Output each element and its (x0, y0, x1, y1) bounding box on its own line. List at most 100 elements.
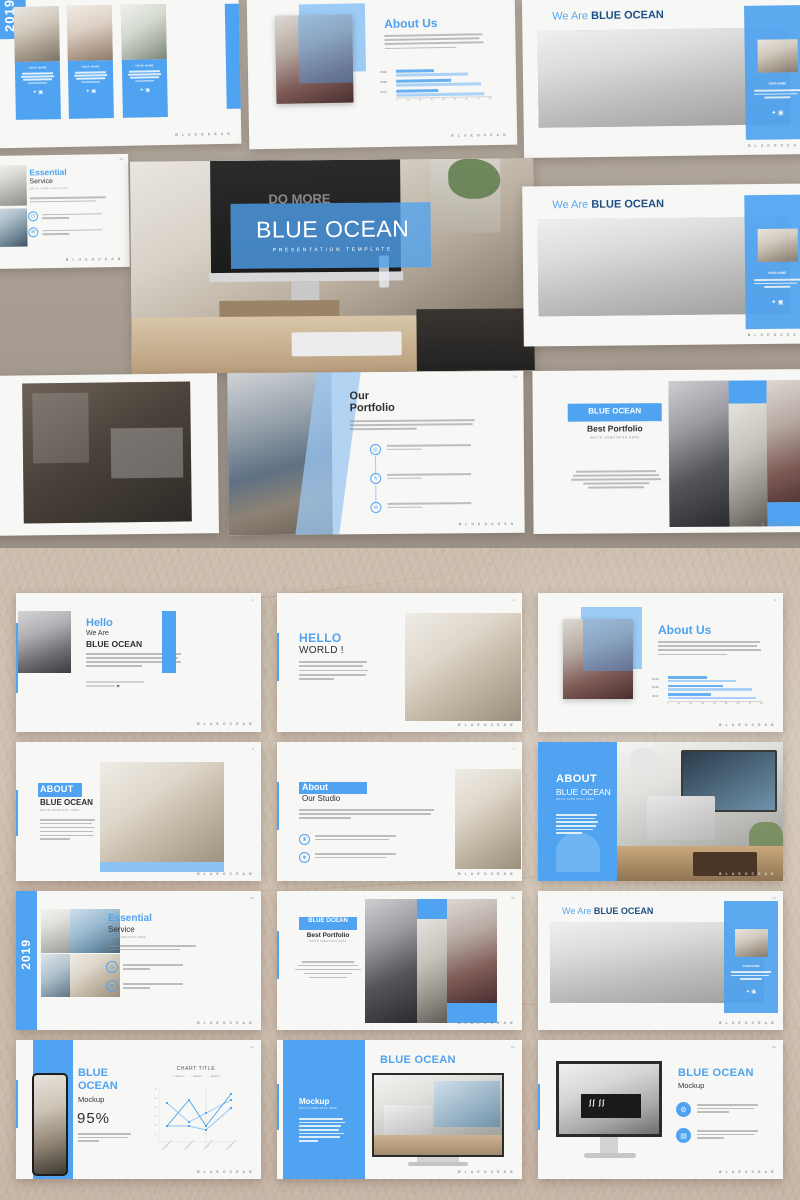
team-card-name: YOUR NAME (135, 64, 154, 68)
about-us-bar-chart: 2019 2018 2017 0 10 20 30 40 50 60 70 80 (379, 68, 492, 102)
grid-slide-about-our-studio[interactable]: 7 About Our Studio ♜ ❖ B L U E O C E A N (277, 742, 522, 881)
hero-slide-team[interactable]: 2019 17 YOUR NAME ✦ ▣ YOUR NAME (0, 0, 242, 149)
hero-slide-about-us[interactable]: 4 About Us 2019 2018 2017 (246, 0, 518, 150)
essential-bullet[interactable]: ✉ (106, 980, 185, 992)
profile-card[interactable]: YOUR NAME ✦ ▣ (744, 194, 800, 330)
profile-card[interactable]: YOUR NAME ✦ ▣ (724, 901, 778, 1013)
we-are-title: We Are BLUE OCEAN (552, 9, 664, 23)
brand-footer: B L U E O C E A N (458, 1021, 514, 1025)
brand-footer: B L U E O C E A N (197, 872, 253, 876)
essential-title-dark: Service (29, 178, 53, 186)
legend-series-2: — Series 2 (189, 1075, 203, 1078)
accent-bar (16, 790, 18, 836)
mockup-sub: Mockup (78, 1095, 105, 1104)
svg-text:2: 2 (155, 1124, 157, 1127)
team-card-social[interactable]: ✦ ▣ (72, 88, 109, 95)
grid-slide-mockup-phone[interactable]: 21 BLUE OCEAN Mockup 95% CHART TITLE — S… (16, 1040, 261, 1179)
hero-slide-do-more[interactable]: DO MORE ! (0, 373, 219, 537)
hero-slide-essential[interactable]: 19 Essential Service WRITE SOMETHING HER… (0, 153, 130, 270)
profile-social[interactable]: ✦ ▣ (745, 299, 800, 307)
page-number: 3 (252, 598, 254, 602)
grid-slide-best-portfolio[interactable]: 15 BLUE OCEAN Best Portfolio WRITE SOMET… (277, 891, 522, 1030)
team-card[interactable]: YOUR NAME ✦ ▣ (66, 5, 114, 119)
mockup-bullet[interactable]: ⚙ (676, 1102, 759, 1117)
hello-line2: We Are (86, 630, 109, 637)
hero-slide-we-are-2[interactable]: We Are BLUE OCEAN YOUR NAME ✦ ▣ B L U E … (522, 183, 800, 347)
essential-body (108, 945, 198, 951)
grid-slide-we-are-blue-ocean[interactable]: 12 We Are BLUE OCEAN YOUR NAME ✦ ▣ B L U… (538, 891, 783, 1030)
essential-photo (0, 165, 27, 207)
profile-photo (757, 39, 798, 73)
title-watermark: DO MORE (268, 191, 331, 207)
grid-slide-mockup-imac[interactable]: 26 ʃʃ ʃʃ BLUE OCEAN Mockup ⚙ ▤ B L U E O… (538, 1040, 783, 1179)
studio-bullet[interactable]: ❖ (299, 852, 399, 863)
profile-card[interactable]: YOUR NAME ✦ ▣ (744, 5, 800, 140)
best-portfolio-body (571, 470, 662, 489)
badge-icon: ❖ (299, 852, 310, 863)
we-are-title: We Are BLUE OCEAN (562, 906, 654, 916)
hero-slide-best-portfolio[interactable]: BLUE OCEAN Best Portfolio WRITE SOMETHIN… (532, 368, 800, 535)
grid-slide-hello-we-are[interactable]: 3 Hello We Are BLUE OCEAN ” B L U E O C … (16, 593, 261, 732)
team-card[interactable]: YOUR NAME ✦ ▣ (120, 4, 168, 118)
page-number: 21 (250, 1045, 254, 1049)
essential-bullet[interactable]: ◷ (106, 961, 185, 973)
desk-setup-photo (617, 742, 783, 881)
line-chart: CHART TITLE — Series 1 — Series 2 — Seri… (151, 1066, 241, 1166)
grid-slide-essential-service[interactable]: 19 2019 Essential Service WRITE SOMETHIN… (16, 891, 261, 1030)
brand-footer: B L U E O C E A N (719, 872, 775, 876)
team-card[interactable]: YOUR NAME ✦ ▣ (13, 6, 61, 120)
legend-series-1: — Series 1 (171, 1075, 185, 1078)
clock-icon: ◷ (106, 961, 118, 973)
profile-photo (757, 228, 798, 263)
about-us-bar-chart: 2019 2018 2017 0 10 20 30 40 50 60 70 80 (652, 676, 763, 705)
brand-footer: B L U E O C E A N (197, 722, 253, 726)
brand-footer: B L U E O C E A N (458, 723, 514, 727)
mockup-subtitle: Mockup (678, 1081, 705, 1090)
essential-bullet[interactable]: ◷ (27, 210, 104, 222)
panel-subtitle: WRITE SOMETHING HERE (299, 1107, 338, 1110)
profile-social[interactable]: ✦ ▣ (745, 109, 800, 117)
about-badge: ABOUT (40, 784, 74, 794)
about-subtitle: WRITE SOMETHING HERE (556, 798, 595, 801)
we-are-title: We Are BLUE OCEAN (552, 198, 665, 212)
page-number: 7 (513, 747, 515, 751)
grid-slide-about-us[interactable]: 4 About Us 2019 2018 2017 0 10 20 30 40 50 60 7… (538, 593, 783, 732)
legend-series-3: — Series 3 (207, 1075, 221, 1078)
blue-panel (538, 742, 617, 881)
essential-bullet[interactable]: ✉ (28, 226, 104, 238)
panel-title: Mockup (299, 1097, 330, 1106)
best-portfolio-subtitle: WRITE SOMETHING HERE (309, 941, 347, 943)
brand-footer: B L U E O C E A N (451, 132, 508, 138)
studio-bullet[interactable]: ♜ (299, 834, 399, 845)
grid-slide-about-panel[interactable]: ABOUT BLUE OCEAN WRITE SOMETHING HERE B … (538, 742, 783, 881)
chart-ylabel: 2018 (652, 685, 659, 689)
chart-legend: — Series 1 — Series 2 — Series 3 (151, 1075, 241, 1078)
chart-ylabel: 2017 (380, 89, 388, 95)
mockup-title: BLUE OCEAN (380, 1054, 456, 1066)
about-body (556, 814, 598, 834)
hero-slide-title[interactable]: DO MORE BLUE OCEAN PRESENTATION TEMPLATE (130, 158, 535, 374)
chat-icon: ✉ (106, 980, 118, 992)
hero-slide-we-are-1[interactable]: We Are BLUE OCEAN YOUR NAME ✦ ▣ B L U E … (521, 0, 800, 159)
studio-photo (455, 769, 521, 869)
hero-slide-portfolio[interactable]: 14 Our Portfolio ◎ ✎ ✉ B L U E O C E A N (227, 370, 525, 536)
team-card-social[interactable]: ✦ ▣ (19, 89, 56, 96)
accent-bar (277, 931, 279, 979)
mockup-bullet[interactable]: ▤ (676, 1128, 759, 1143)
grid-slide-mockup-desktop[interactable]: 24 Mockup WRITE SOMETHING HERE BLUE OCEA… (277, 1040, 522, 1179)
imac-neck (600, 1137, 618, 1153)
about-title: BLUE OCEAN (40, 798, 93, 807)
grid-slide-hello-world[interactable]: 2 HELLO WORLD ! B L U E O C E A N (277, 593, 522, 732)
page-number: 15 (511, 896, 515, 900)
chart-icon: ▤ (676, 1128, 691, 1143)
profile-social[interactable]: ✦ ▣ (724, 989, 778, 995)
studio-body (299, 809, 435, 819)
brand-footer: B L U E O C E A N (197, 1170, 253, 1174)
page-number: 4 (774, 598, 776, 602)
mail-icon: ✉ (370, 501, 382, 514)
essential-title-blue: Essential (108, 913, 152, 924)
about-body (40, 819, 96, 841)
grid-slide-about-blue-ocean[interactable]: 5 ABOUT BLUE OCEAN WRITE SOMETHING HERE … (16, 742, 261, 881)
team-card-social[interactable]: ✦ ▣ (126, 87, 163, 94)
chat-icon: ✉ (28, 227, 39, 238)
